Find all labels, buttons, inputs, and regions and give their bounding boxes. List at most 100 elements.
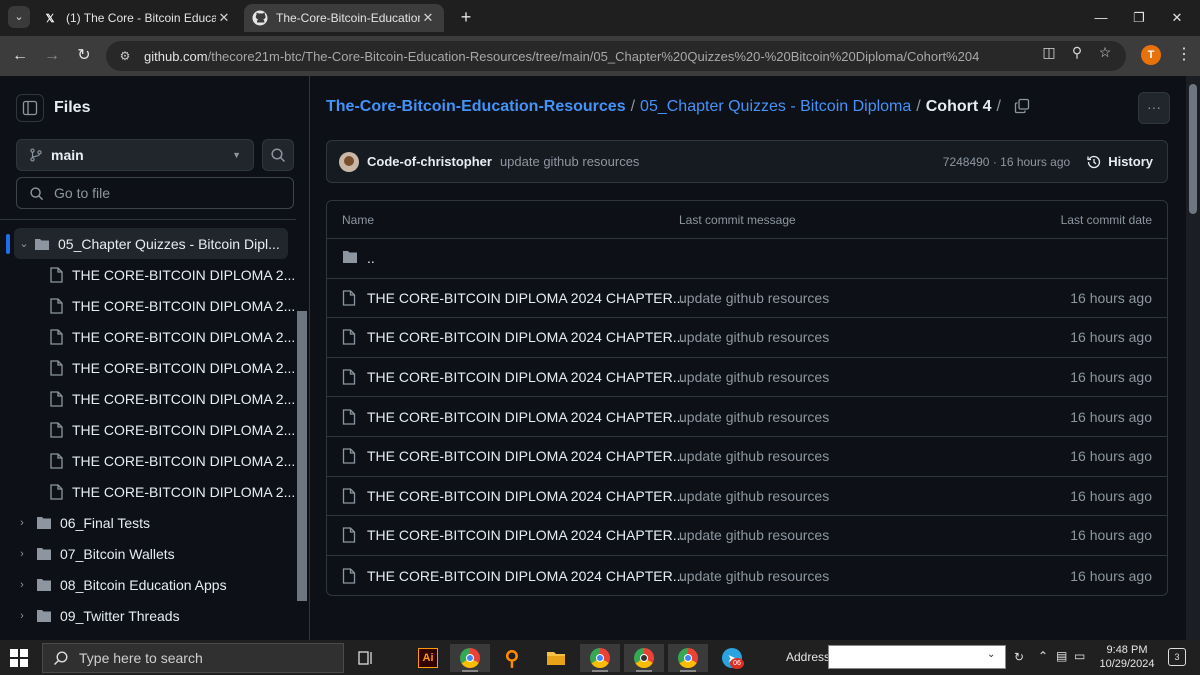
- tree-item-file[interactable]: THE CORE-BITCOIN DIPLOMA 2...: [0, 259, 296, 290]
- author-avatar[interactable]: [339, 151, 359, 172]
- table-row[interactable]: THE CORE-BITCOIN DIPLOMA 2024 CHAPTER...…: [327, 556, 1167, 596]
- sidebar-scroll-thumb[interactable]: [297, 311, 307, 601]
- forward-button[interactable]: →: [40, 44, 64, 68]
- reload-button[interactable]: ↻: [72, 44, 96, 68]
- tree-item-folder[interactable]: › 08_Bitcoin Education Apps: [0, 569, 296, 600]
- sidebar-toggle-icon[interactable]: [16, 94, 44, 122]
- close-tab-icon[interactable]: ✕: [420, 10, 436, 26]
- search-files-button[interactable]: [262, 139, 294, 171]
- file-name-link[interactable]: THE CORE-BITCOIN DIPLOMA 2024 CHAPTER...: [367, 448, 684, 464]
- network-icon[interactable]: ▤: [1056, 649, 1067, 663]
- table-row[interactable]: THE CORE-BITCOIN DIPLOMA 2024 CHAPTER...…: [327, 358, 1167, 398]
- breadcrumb-repo-link[interactable]: The-Core-Bitcoin-Education-Resources: [326, 98, 626, 116]
- profile-avatar[interactable]: T: [1141, 45, 1161, 65]
- close-tab-icon[interactable]: ✕: [216, 10, 232, 26]
- table-row[interactable]: THE CORE-BITCOIN DIPLOMA 2024 CHAPTER...…: [327, 437, 1167, 477]
- file-name-link[interactable]: THE CORE-BITCOIN DIPLOMA 2024 CHAPTER...: [367, 409, 684, 425]
- chevron-up-icon[interactable]: ⌃: [1038, 649, 1048, 663]
- tree-item-file[interactable]: THE CORE-BITCOIN DIPLOMA 2...: [0, 476, 296, 507]
- chrome-menu-icon[interactable]: ⋮: [1176, 44, 1192, 66]
- windows-start-icon[interactable]: [10, 649, 28, 667]
- chevron-right-icon[interactable]: ›: [14, 610, 30, 622]
- task-view-icon[interactable]: [346, 644, 386, 672]
- branch-selector[interactable]: main ▼: [16, 139, 254, 171]
- file-table-header: Name Last commit message Last commit dat…: [327, 201, 1167, 239]
- taskbar-search-box[interactable]: Type here to search: [42, 643, 344, 673]
- commit-message-link[interactable]: update github resources: [679, 409, 979, 425]
- chrome-dark-app-icon[interactable]: [624, 644, 664, 672]
- telegram-app-icon[interactable]: ➤ 06: [712, 644, 752, 672]
- back-button[interactable]: ←: [8, 44, 32, 68]
- commit-message-link[interactable]: update github resources: [679, 290, 979, 306]
- refresh-icon[interactable]: ↻: [1010, 648, 1028, 666]
- search-app-icon[interactable]: ⚲: [492, 644, 532, 672]
- history-button[interactable]: History: [1086, 154, 1153, 170]
- chrome-app-icon[interactable]: [450, 644, 490, 672]
- file-name-link[interactable]: THE CORE-BITCOIN DIPLOMA 2024 CHAPTER...: [367, 290, 684, 306]
- file-name-link[interactable]: THE CORE-BITCOIN DIPLOMA 2024 CHAPTER...: [367, 369, 684, 385]
- notification-center-icon[interactable]: 3: [1168, 648, 1186, 666]
- table-row[interactable]: THE CORE-BITCOIN DIPLOMA 2024 CHAPTER...…: [327, 318, 1167, 358]
- chrome-profile-app-icon[interactable]: [580, 644, 620, 672]
- branch-name: main: [51, 147, 84, 163]
- tab-github[interactable]: The-Core-Bitcoin-Education-Re ✕: [244, 4, 444, 32]
- table-row[interactable]: THE CORE-BITCOIN DIPLOMA 2024 CHAPTER...…: [327, 516, 1167, 556]
- file-explorer-icon[interactable]: [536, 644, 576, 672]
- chevron-right-icon[interactable]: ›: [14, 579, 30, 591]
- tab-search-button[interactable]: ⌄: [8, 6, 30, 28]
- bookmark-star-icon[interactable]: ☆: [1096, 43, 1114, 61]
- file-name-link[interactable]: THE CORE-BITCOIN DIPLOMA 2024 CHAPTER...: [367, 488, 684, 504]
- zoom-icon[interactable]: ⚲: [1068, 43, 1086, 61]
- commit-message-link[interactable]: update github resources: [500, 154, 639, 169]
- chevron-right-icon[interactable]: ›: [14, 548, 30, 560]
- tree-item-file[interactable]: THE CORE-BITCOIN DIPLOMA 2...: [0, 321, 296, 352]
- page-scrollbar[interactable]: [1186, 76, 1200, 640]
- tree-item-file[interactable]: THE CORE-BITCOIN DIPLOMA 2...: [0, 445, 296, 476]
- commit-message-link[interactable]: update github resources: [679, 488, 979, 504]
- address-toolbar-input[interactable]: [828, 645, 1006, 669]
- go-to-file-input[interactable]: Go to file: [16, 177, 294, 209]
- copy-path-icon[interactable]: [1014, 98, 1032, 116]
- tree-item-folder[interactable]: › 06_Final Tests: [0, 507, 296, 538]
- parent-directory-row[interactable]: ..: [327, 239, 1167, 279]
- tree-item-file[interactable]: THE CORE-BITCOIN DIPLOMA 2...: [0, 383, 296, 414]
- file-name-link[interactable]: THE CORE-BITCOIN DIPLOMA 2024 CHAPTER...: [367, 329, 684, 345]
- file-name-link[interactable]: THE CORE-BITCOIN DIPLOMA 2024 CHAPTER...: [367, 568, 684, 584]
- tree-item-file[interactable]: THE CORE-BITCOIN DIPLOMA 2...: [0, 352, 296, 383]
- sidebar-scrollbar[interactable]: [296, 219, 308, 640]
- chrome-p-app-icon[interactable]: [668, 644, 708, 672]
- address-bar[interactable]: ⚙ github.com/thecore21m-btc/The-Core-Bit…: [106, 41, 1126, 71]
- tree-item-label: THE CORE-BITCOIN DIPLOMA 2...: [72, 328, 296, 345]
- install-app-icon[interactable]: ◫: [1040, 43, 1058, 61]
- commit-sha-time[interactable]: 7248490 · 16 hours ago: [943, 155, 1070, 169]
- chevron-down-icon[interactable]: ⌄: [16, 237, 32, 250]
- table-row[interactable]: THE CORE-BITCOIN DIPLOMA 2024 CHAPTER...…: [327, 279, 1167, 319]
- commit-message-link[interactable]: update github resources: [679, 369, 979, 385]
- close-window-button[interactable]: ✕: [1154, 6, 1200, 30]
- commit-message-link[interactable]: update github resources: [679, 329, 979, 345]
- new-tab-button[interactable]: +: [455, 7, 477, 29]
- tree-item-file[interactable]: THE CORE-BITCOIN DIPLOMA 2...: [0, 414, 296, 445]
- chevron-down-icon[interactable]: ⌄: [987, 649, 995, 660]
- site-info-icon[interactable]: ⚙: [116, 47, 134, 65]
- commit-message-link[interactable]: update github resources: [679, 448, 979, 464]
- table-row[interactable]: THE CORE-BITCOIN DIPLOMA 2024 CHAPTER...…: [327, 477, 1167, 517]
- chevron-right-icon[interactable]: ›: [14, 517, 30, 529]
- file-name-link[interactable]: THE CORE-BITCOIN DIPLOMA 2024 CHAPTER...: [367, 527, 684, 543]
- battery-icon[interactable]: ▭: [1074, 649, 1085, 663]
- commit-author-link[interactable]: Code-of-christopher: [367, 154, 492, 169]
- table-row[interactable]: THE CORE-BITCOIN DIPLOMA 2024 CHAPTER...…: [327, 397, 1167, 437]
- commit-message-link[interactable]: update github resources: [679, 527, 979, 543]
- tree-item-folder[interactable]: › 09_Twitter Threads: [0, 600, 296, 631]
- tree-item-file[interactable]: THE CORE-BITCOIN DIPLOMA 2...: [0, 290, 296, 321]
- taskbar-clock[interactable]: 9:48 PM 10/29/2024: [1094, 643, 1160, 671]
- illustrator-app-icon[interactable]: Ai: [408, 644, 448, 672]
- tab-x[interactable]: 𝕏 (1) The Core - Bitcoin Education ✕: [34, 4, 240, 32]
- more-options-button[interactable]: ···: [1138, 92, 1170, 124]
- breadcrumb-folder-link[interactable]: 05_Chapter Quizzes - Bitcoin Diploma: [640, 98, 911, 116]
- parent-directory-link[interactable]: ..: [367, 250, 375, 266]
- page-scroll-thumb[interactable]: [1189, 84, 1197, 214]
- tree-item-folder-selected[interactable]: ⌄ 05_Chapter Quizzes - Bitcoin Dipl...: [6, 228, 288, 259]
- tree-item-folder[interactable]: › 07_Bitcoin Wallets: [0, 538, 296, 569]
- commit-message-link[interactable]: update github resources: [679, 568, 979, 584]
